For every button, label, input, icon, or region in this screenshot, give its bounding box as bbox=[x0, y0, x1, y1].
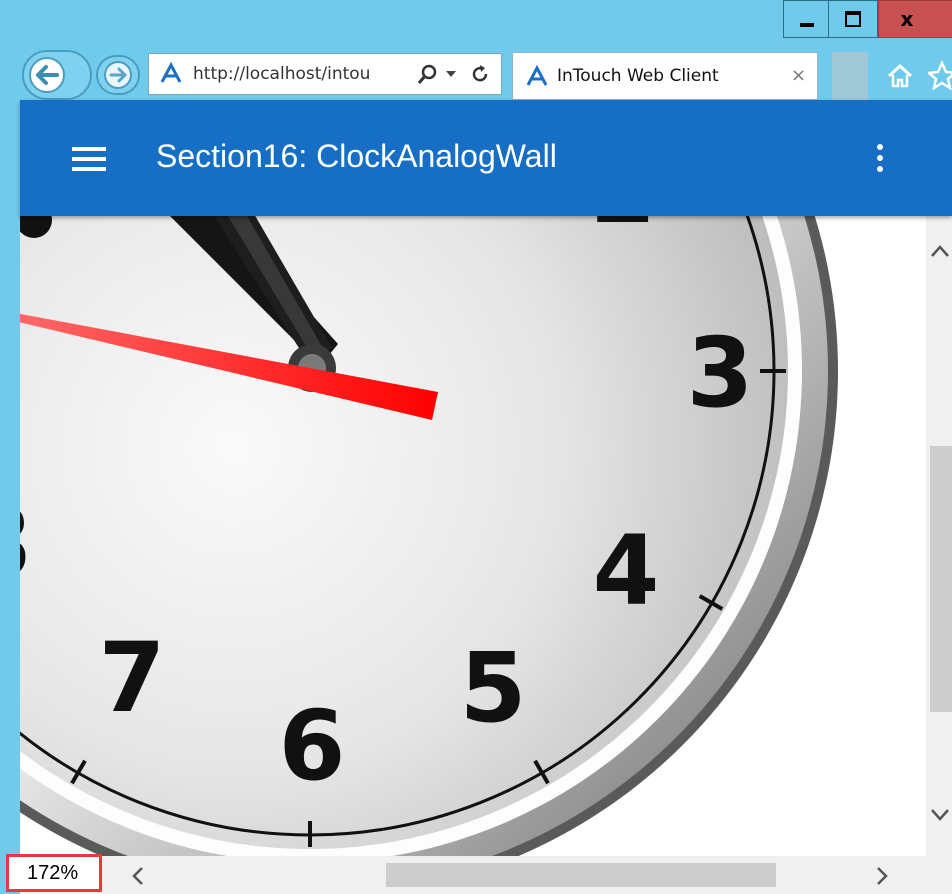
maximize-button[interactable] bbox=[828, 0, 878, 38]
clock-viewport[interactable]: 3 4 5 6 7 8 2 bbox=[20, 216, 926, 856]
tab-title: InTouch Web Client bbox=[557, 66, 719, 86]
app-header: Section16: ClockAnalogWall bbox=[20, 100, 952, 216]
site-logo-icon bbox=[526, 65, 548, 86]
close-icon: x bbox=[900, 7, 914, 31]
analog-wall-clock: 3 4 5 6 7 8 2 bbox=[20, 216, 838, 856]
tab-close-icon[interactable]: × bbox=[791, 65, 806, 86]
forward-button[interactable] bbox=[96, 55, 140, 95]
horizontal-scroll-thumb[interactable] bbox=[386, 863, 776, 887]
favorites-star-icon[interactable] bbox=[928, 60, 952, 90]
browser-window: x http://localhost/intou InTouch Web Cli… bbox=[0, 0, 952, 894]
tab-intouch-web-client[interactable]: InTouch Web Client × bbox=[512, 52, 818, 100]
vertical-scrollbar[interactable] bbox=[926, 216, 952, 856]
clock-numeral-7: 7 bbox=[99, 622, 166, 734]
scroll-down-icon[interactable] bbox=[930, 808, 950, 822]
site-logo-icon bbox=[160, 62, 182, 83]
close-window-button[interactable]: x bbox=[878, 0, 952, 38]
forward-arrow-icon bbox=[104, 61, 132, 89]
more-vertical-icon[interactable] bbox=[877, 144, 885, 177]
refresh-icon[interactable] bbox=[469, 63, 491, 85]
maximize-icon bbox=[845, 11, 861, 27]
scroll-left-icon[interactable] bbox=[130, 866, 146, 886]
scroll-up-icon[interactable] bbox=[930, 244, 950, 258]
hamburger-menu-icon[interactable] bbox=[72, 147, 106, 177]
clock-numeral-4: 4 bbox=[593, 515, 660, 627]
window-border bbox=[0, 100, 20, 854]
address-url: http://localhost/intou bbox=[193, 64, 371, 84]
minimize-icon bbox=[799, 23, 814, 27]
page-title: Section16: ClockAnalogWall bbox=[156, 138, 557, 174]
clock-numeral-6: 6 bbox=[279, 690, 346, 802]
chevron-down-icon[interactable] bbox=[445, 69, 457, 79]
back-arrow-icon bbox=[29, 57, 65, 93]
new-tab-button[interactable] bbox=[832, 52, 868, 100]
clock-numeral-3: 3 bbox=[687, 317, 754, 429]
clock-numeral-5: 5 bbox=[460, 632, 527, 744]
vertical-scroll-thumb[interactable] bbox=[930, 446, 952, 712]
scroll-right-icon[interactable] bbox=[874, 866, 890, 886]
address-bar[interactable]: http://localhost/intou bbox=[148, 53, 502, 95]
clock-numeral-2-partial: 2 bbox=[590, 216, 657, 245]
search-icon[interactable] bbox=[417, 63, 439, 85]
clock-numeral-8-partial: 8 bbox=[20, 487, 31, 599]
back-button[interactable] bbox=[22, 50, 92, 100]
horizontal-scrollbar[interactable] bbox=[20, 856, 952, 894]
zoom-level-indicator[interactable]: 172% bbox=[6, 854, 102, 892]
minimize-button[interactable] bbox=[783, 0, 829, 38]
home-icon[interactable] bbox=[886, 62, 914, 90]
